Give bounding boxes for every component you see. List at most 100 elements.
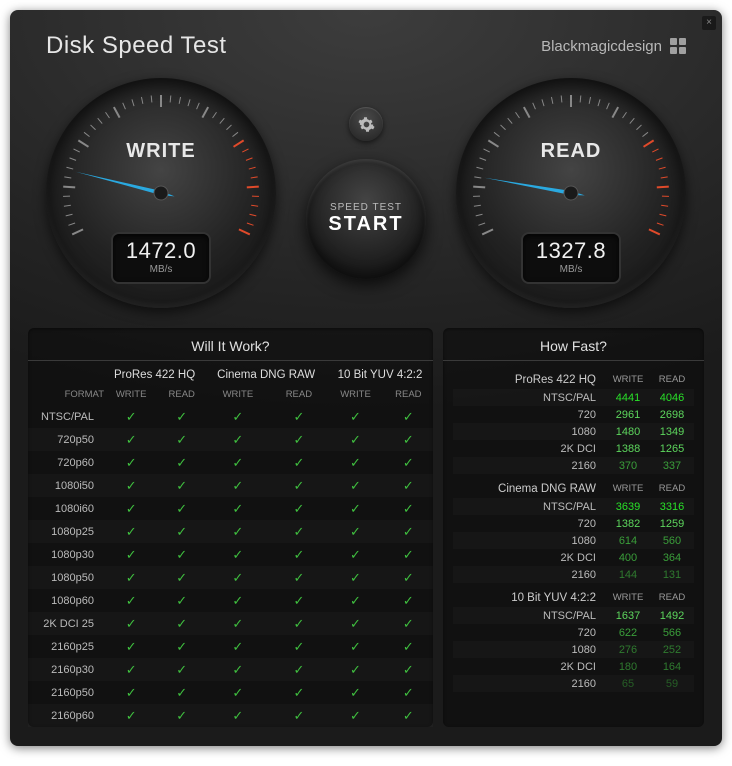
check-icon: ✓ xyxy=(403,570,414,585)
read-fps: 4046 xyxy=(650,392,694,404)
check-cell: ✓ xyxy=(104,405,158,428)
write-fps: 1382 xyxy=(606,518,650,530)
read-fps: 252 xyxy=(650,644,694,656)
check-cell: ✓ xyxy=(327,520,384,543)
start-sublabel: SPEED TEST xyxy=(330,202,402,213)
check-icon: ✓ xyxy=(403,432,414,447)
table-row: 2160p50✓✓✓✓✓✓ xyxy=(28,681,433,704)
close-button[interactable]: × xyxy=(702,16,716,30)
check-icon: ✓ xyxy=(232,455,243,470)
read-fps: 59 xyxy=(650,678,694,690)
format-header: FORMAT xyxy=(28,386,104,405)
check-icon: ✓ xyxy=(232,409,243,424)
gauge-row: WRITE 1472.0 MB/s SPEED TEST START xyxy=(10,68,722,328)
check-icon: ✓ xyxy=(126,409,137,424)
check-cell: ✓ xyxy=(205,497,271,520)
read-unit: MB/s xyxy=(523,264,619,275)
app-window: × Disk Speed Test Blackmagicdesign WRITE xyxy=(10,10,722,746)
check-cell: ✓ xyxy=(384,474,433,497)
format-label: 720p60 xyxy=(28,451,104,474)
format-label: NTSC/PAL xyxy=(28,405,104,428)
how-fast-row: 2K DCI 180 164 xyxy=(453,658,694,675)
read-value: 1327.8 xyxy=(523,238,619,264)
check-icon: ✓ xyxy=(232,524,243,539)
how-fast-row: NTSC/PAL 1637 1492 xyxy=(453,607,694,624)
format-label: 1080 xyxy=(453,644,606,656)
col-header: READ xyxy=(384,386,433,405)
how-fast-row: 720 1382 1259 xyxy=(453,515,694,532)
codec-name: Cinema DNG RAW xyxy=(453,483,606,495)
check-cell: ✓ xyxy=(271,428,328,451)
col-header: WRITE xyxy=(606,374,650,386)
table-row: 2160p60✓✓✓✓✓✓ xyxy=(28,704,433,727)
check-cell: ✓ xyxy=(158,451,205,474)
format-label: 1080p60 xyxy=(28,589,104,612)
write-unit: MB/s xyxy=(113,264,209,275)
how-fast-row: NTSC/PAL 3639 3316 xyxy=(453,498,694,515)
check-cell: ✓ xyxy=(271,681,328,704)
check-cell: ✓ xyxy=(327,451,384,474)
check-cell: ✓ xyxy=(327,474,384,497)
check-cell: ✓ xyxy=(327,704,384,727)
start-label: START xyxy=(328,213,403,236)
read-fps: 1349 xyxy=(650,426,694,438)
read-fps: 560 xyxy=(650,535,694,547)
check-cell: ✓ xyxy=(158,497,205,520)
check-icon: ✓ xyxy=(350,524,361,539)
format-label: 2160 xyxy=(453,569,606,581)
check-icon: ✓ xyxy=(350,409,361,424)
check-icon: ✓ xyxy=(126,547,137,562)
check-cell: ✓ xyxy=(205,704,271,727)
header: Disk Speed Test Blackmagicdesign xyxy=(10,10,722,68)
read-fps: 2698 xyxy=(650,409,694,421)
col-header: READ xyxy=(650,374,694,386)
check-icon: ✓ xyxy=(176,593,187,608)
check-icon: ✓ xyxy=(126,524,137,539)
check-icon: ✓ xyxy=(176,455,187,470)
settings-button[interactable] xyxy=(349,107,383,141)
check-icon: ✓ xyxy=(350,501,361,516)
check-icon: ✓ xyxy=(232,570,243,585)
check-cell: ✓ xyxy=(104,612,158,635)
check-cell: ✓ xyxy=(104,566,158,589)
check-cell: ✓ xyxy=(104,474,158,497)
check-cell: ✓ xyxy=(205,474,271,497)
check-icon: ✓ xyxy=(126,616,137,631)
how-fast-row: 2160 370 337 xyxy=(453,457,694,474)
write-fps: 622 xyxy=(606,627,650,639)
check-icon: ✓ xyxy=(293,478,304,493)
col-header: READ xyxy=(271,386,328,405)
how-fast-row: 2K DCI 400 364 xyxy=(453,549,694,566)
format-label: NTSC/PAL xyxy=(453,610,606,622)
check-icon: ✓ xyxy=(126,570,137,585)
write-fps: 180 xyxy=(606,661,650,673)
write-fps: 614 xyxy=(606,535,650,547)
check-icon: ✓ xyxy=(293,409,304,424)
check-cell: ✓ xyxy=(158,681,205,704)
check-cell: ✓ xyxy=(104,635,158,658)
check-cell: ✓ xyxy=(205,520,271,543)
check-icon: ✓ xyxy=(293,570,304,585)
check-icon: ✓ xyxy=(126,455,137,470)
check-icon: ✓ xyxy=(176,639,187,654)
start-button[interactable]: SPEED TEST START xyxy=(306,159,426,279)
check-cell: ✓ xyxy=(327,681,384,704)
check-icon: ✓ xyxy=(350,662,361,677)
check-cell: ✓ xyxy=(271,497,328,520)
check-icon: ✓ xyxy=(403,524,414,539)
check-cell: ✓ xyxy=(104,681,158,704)
format-label: 2160 xyxy=(453,678,606,690)
check-cell: ✓ xyxy=(158,635,205,658)
check-icon: ✓ xyxy=(232,547,243,562)
check-icon: ✓ xyxy=(350,616,361,631)
read-fps: 1259 xyxy=(650,518,694,530)
check-icon: ✓ xyxy=(176,432,187,447)
how-fast-title: How Fast? xyxy=(443,328,704,361)
check-icon: ✓ xyxy=(293,501,304,516)
app-title: Disk Speed Test xyxy=(46,32,226,60)
check-icon: ✓ xyxy=(126,478,137,493)
check-icon: ✓ xyxy=(176,708,187,723)
check-cell: ✓ xyxy=(384,635,433,658)
format-label: 1080i60 xyxy=(28,497,104,520)
check-cell: ✓ xyxy=(104,589,158,612)
